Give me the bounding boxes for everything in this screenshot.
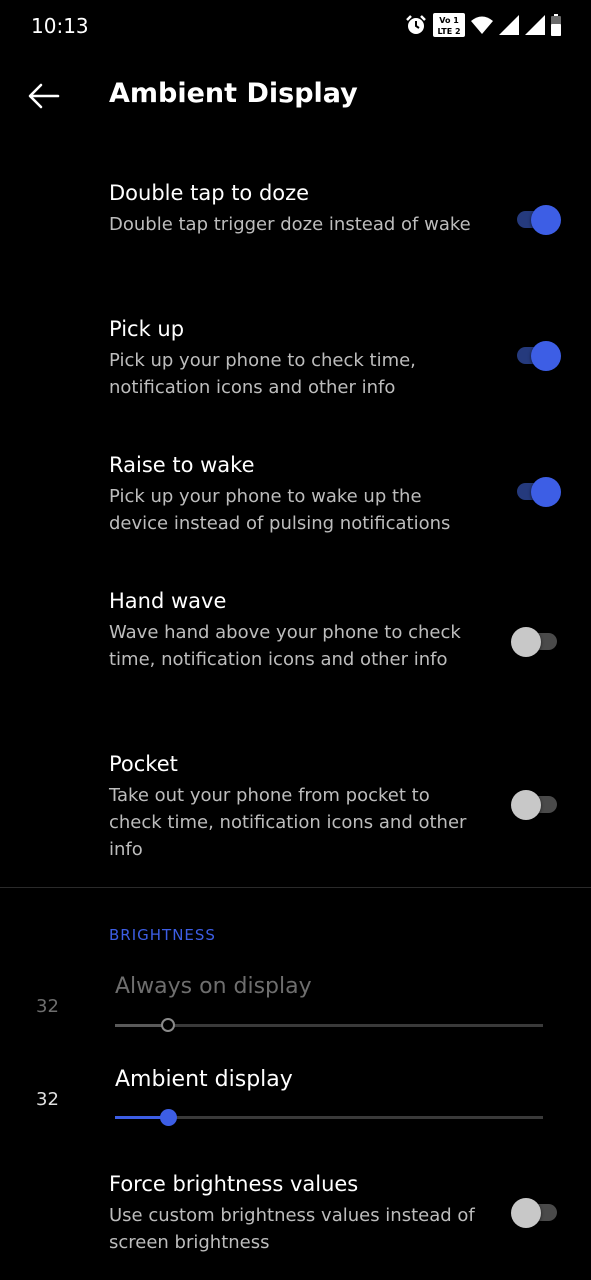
volte-text-bottom: LTE 2 [437,27,460,36]
toggle-thumb [511,1198,541,1228]
setting-title: Raise to wake [109,453,255,477]
always-on-display-title: Always on display [115,974,312,999]
toggle-thumb [531,477,561,507]
setting-subtitle: Double tap trigger doze instead of wake [109,214,471,235]
setting-subtitle: Pick up your phone to wake up the device… [109,486,451,534]
volte-text-top: Vo 1 [439,16,459,25]
status-bar: 10:13 Vo 1 LTE 2 [0,0,591,56]
page-title: Ambient Display [109,78,358,109]
setting-title: Double tap to doze [109,181,310,205]
setting-pick-up[interactable]: Pick up Pick up your phone to check time… [0,317,591,413]
status-icons: Vo 1 LTE 2 [405,13,561,41]
setting-pocket[interactable]: Pocket Take out your phone from pocket t… [0,752,591,872]
pick-up-toggle[interactable] [511,340,561,371]
always-on-display-value: 32 [36,996,59,1017]
toggle-thumb [511,627,541,657]
ambient-display-value: 32 [36,1089,59,1110]
always-on-display-slider-row: 32 Always on display [0,970,591,1040]
setting-title: Hand wave [109,589,227,613]
double-tap-to-doze-toggle[interactable] [511,204,561,235]
status-time: 10:13 [31,14,89,38]
arrow-left-icon [28,83,60,109]
setting-title: Pick up [109,317,185,341]
ambient-display-slider[interactable] [115,1109,543,1126]
force-brightness-values-toggle[interactable] [511,1197,561,1228]
setting-force-brightness-values[interactable]: Force brightness values Use custom brigh… [0,1172,591,1268]
setting-hand-wave[interactable]: Hand wave Wave hand above your phone to … [0,589,591,709]
setting-double-tap-to-doze[interactable]: Double tap to doze Double tap trigger do… [0,181,591,277]
setting-subtitle: Take out your phone from pocket to check… [109,785,467,860]
setting-subtitle: Wave hand above your phone to check time… [109,622,461,670]
app-header: Ambient Display [0,60,591,136]
wifi-icon [471,15,493,39]
setting-subtitle: Use custom brightness values instead of … [109,1205,475,1253]
setting-title: Force brightness values [109,1172,359,1196]
section-divider [0,887,591,888]
setting-subtitle: Pick up your phone to check time, notifi… [109,350,416,398]
signal-icon-2 [525,15,545,39]
alarm-icon [405,14,427,40]
hand-wave-toggle[interactable] [511,626,561,657]
volte-icon: Vo 1 LTE 2 [433,13,465,41]
toggle-thumb [531,341,561,371]
battery-icon [551,14,561,40]
brightness-section-header: BRIGHTNESS [109,926,216,944]
setting-raise-to-wake[interactable]: Raise to wake Pick up your phone to wake… [0,453,591,549]
always-on-display-slider [115,1018,543,1032]
pocket-toggle[interactable] [511,789,561,820]
raise-to-wake-toggle[interactable] [511,476,561,507]
setting-title: Pocket [109,752,178,776]
toggle-thumb [511,790,541,820]
back-button[interactable] [22,74,66,118]
slider-knob[interactable] [160,1109,177,1126]
ambient-display-slider-row[interactable]: 32 Ambient display [0,1063,591,1133]
slider-knob [161,1018,175,1032]
ambient-display-title: Ambient display [115,1067,293,1092]
toggle-thumb [531,205,561,235]
signal-icon [499,15,519,39]
